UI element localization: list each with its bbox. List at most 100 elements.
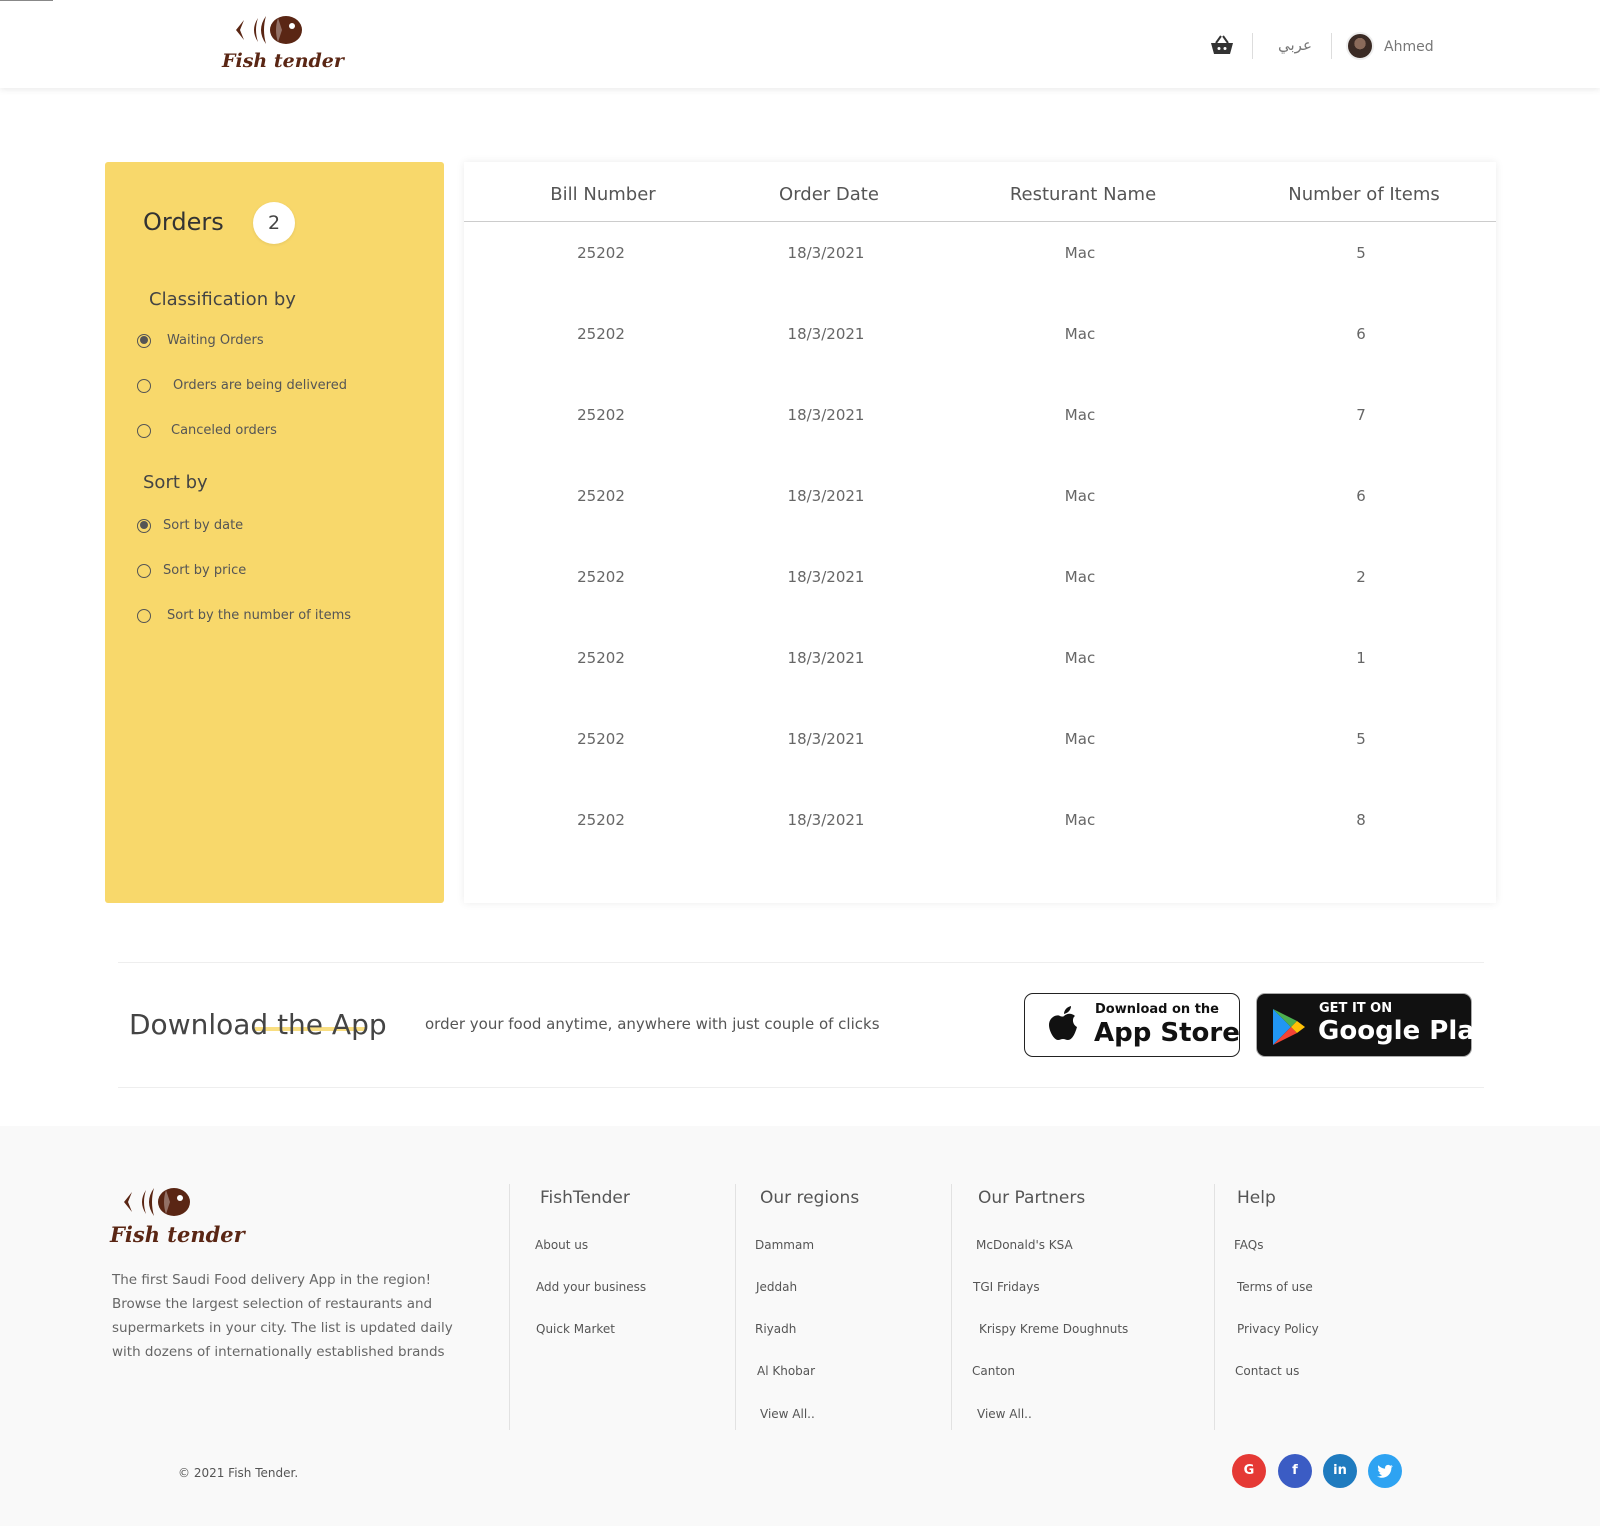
footer-link-privacy-policy[interactable]: Privacy Policy [1237,1322,1319,1336]
cell-bill-number: 25202 [577,811,625,829]
cell-bill-number: 25202 [577,568,625,586]
logo[interactable]: Fish tender [222,12,344,76]
radio-label: Sort by date [163,518,244,533]
cell-bill-number: 25202 [577,325,625,343]
radio-button[interactable] [137,563,151,578]
cell-restaurant-name: Mac [1064,487,1096,505]
google-icon[interactable]: G [1232,1454,1266,1488]
cell-restaurant-name: Mac [1064,811,1096,829]
cell-order-date: 18/3/2021 [787,568,865,586]
cell-order-date: 18/3/2021 [787,406,865,424]
cell-number-of-items: 1 [1356,649,1366,667]
footer-link-jeddah[interactable]: Jeddah [756,1280,797,1294]
radio-button[interactable] [137,378,151,393]
radio-label: Waiting Orders [167,333,264,348]
radio-button[interactable] [137,333,151,348]
footer-link-dammam[interactable]: Dammam [755,1238,814,1252]
twitter-icon[interactable] [1368,1454,1402,1488]
cell-restaurant-name: Mac [1064,568,1096,586]
avatar[interactable] [1346,32,1374,60]
radio-label: Sort by the number of items [167,608,351,623]
column-header-number-of-items[interactable]: Number of Items [1288,184,1439,205]
footer-link-mcdonalds[interactable]: McDonald's KSA [976,1238,1073,1252]
fish-logo-icon [124,1188,190,1216]
footer-link-view-all-partners[interactable]: View All.. [977,1407,1032,1421]
radio-canceled-orders[interactable]: Canceled orders [137,423,277,438]
cell-bill-number: 25202 [577,244,625,262]
cell-number-of-items: 5 [1356,244,1366,262]
cell-order-date: 18/3/2021 [787,325,865,343]
cell-bill-number: 25202 [577,487,625,505]
cell-restaurant-name: Mac [1064,325,1096,343]
header-divider [1331,33,1332,59]
footer-link-contact-us[interactable]: Contact us [1235,1364,1299,1378]
cell-number-of-items: 8 [1356,811,1366,829]
orders-title: Orders [143,208,224,236]
radio-button[interactable] [137,608,151,623]
facebook-icon[interactable]: f [1278,1454,1312,1488]
orders-filter-panel: Orders 2 Classification by Waiting Order… [105,162,444,903]
radio-sort-by-price[interactable]: Sort by price [137,563,246,578]
column-header-bill-number[interactable]: Bill Number [550,184,655,205]
column-header-restaurant-name[interactable]: Resturant Name [1010,184,1156,205]
radio-sort-by-number-of-items[interactable]: Sort by the number of items [137,608,351,623]
footer-link-al-khobar[interactable]: Al Khobar [757,1364,815,1378]
footer-description: The first Saudi Food delivery App in the… [112,1272,453,1360]
appstore-big-text: App Store [1094,1018,1240,1048]
cell-number-of-items: 6 [1356,487,1366,505]
footer-link-faqs[interactable]: FAQs [1234,1238,1264,1252]
cell-restaurant-name: Mac [1064,406,1096,424]
divider [118,1087,1484,1088]
footer-link-krispy-kreme[interactable]: Krispy Kreme Doughnuts [979,1322,1128,1336]
footer-logo[interactable]: Fish tender [110,1184,245,1256]
footer-divider [951,1184,952,1430]
footer-divider [735,1184,736,1430]
footer-link-tgi-fridays[interactable]: TGI Fridays [973,1280,1040,1294]
footer-link-view-all-regions[interactable]: View All.. [760,1407,815,1421]
download-text: order your food anytime, anywhere with j… [425,1015,880,1033]
footer-link-canton[interactable]: Canton [972,1364,1015,1378]
footer-heading-our-regions: Our regions [760,1188,860,1208]
radio-button[interactable] [137,518,151,533]
language-switch[interactable]: عربي [1278,36,1312,54]
google-play-button[interactable]: GET IT ON Google Play [1256,993,1491,1057]
basket-icon[interactable] [1210,34,1234,56]
sort-heading: Sort by [143,472,208,493]
radio-sort-by-date[interactable]: Sort by date [137,518,243,533]
cell-order-date: 18/3/2021 [787,649,865,667]
footer-link-about-us[interactable]: About us [535,1238,588,1252]
app-store-button[interactable]: Download on the App Store [1024,993,1240,1057]
cell-restaurant-name: Mac [1064,244,1096,262]
radio-orders-being-delivered[interactable]: Orders are being delivered [137,378,347,393]
column-header-order-date[interactable]: Order Date [779,184,879,205]
radio-waiting-orders[interactable]: Waiting Orders [137,333,264,348]
footer-divider [1214,1184,1215,1430]
appstore-small-text: Download on the [1095,1002,1219,1017]
footer-link-terms-of-use[interactable]: Terms of use [1237,1280,1313,1294]
cell-bill-number: 25202 [577,730,625,748]
googleplay-big-text: Google Play [1318,1016,1491,1046]
footer-heading-our-partners: Our Partners [978,1188,1086,1208]
fish-logo-icon [236,16,302,44]
user-name[interactable]: Ahmed [1384,39,1434,55]
divider [118,962,1484,963]
logo-text: Fish tender [222,50,344,72]
cell-order-date: 18/3/2021 [787,730,865,748]
footer-link-add-your-business[interactable]: Add your business [536,1280,646,1294]
cell-order-date: 18/3/2021 [787,811,865,829]
radio-button[interactable] [137,423,151,438]
cell-bill-number: 25202 [577,649,625,667]
copyright: © 2021 Fish Tender. [178,1466,299,1480]
cell-order-date: 18/3/2021 [787,244,865,262]
linkedin-icon[interactable]: in [1323,1454,1357,1488]
apple-icon [1049,1006,1077,1040]
footer: Fish tender The first Saudi Food deliver… [0,1126,1600,1526]
footer-heading-fishtender: FishTender [540,1188,630,1208]
footer-link-riyadh[interactable]: Riyadh [755,1322,796,1336]
orders-table: Bill Number Order Date Resturant Name Nu… [464,162,1496,903]
radio-label: Sort by price [163,563,247,578]
header-divider [464,221,1496,222]
header-divider [1252,33,1253,59]
twitter-bird-icon [1377,1464,1393,1478]
footer-link-quick-market[interactable]: Quick Market [536,1322,615,1336]
